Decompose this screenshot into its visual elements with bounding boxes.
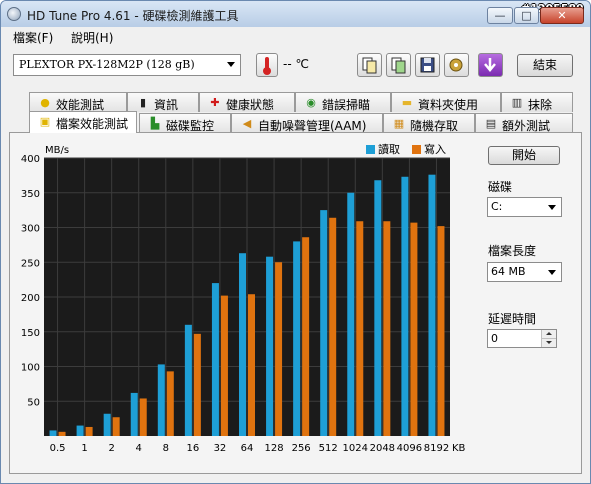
chevron-down-icon — [548, 270, 556, 275]
chart-x-unit-label: KB — [452, 443, 466, 454]
y-tick-label: 250 — [21, 258, 40, 269]
delay-label: 延遲時間 — [488, 312, 537, 326]
bar-write — [166, 371, 174, 436]
bar-read — [76, 425, 84, 436]
bar-read — [266, 256, 274, 436]
x-tick-label: 4096 — [397, 443, 422, 454]
x-tick-label: 4 — [136, 443, 142, 454]
bar-write — [112, 417, 120, 436]
bar-read — [428, 174, 436, 436]
drive-letter-value: C: — [491, 200, 503, 213]
delay-spinner[interactable]: 0 — [487, 329, 557, 348]
bar-write — [437, 226, 445, 436]
bar-read — [293, 241, 301, 436]
x-tick-label: 16 — [186, 443, 199, 454]
x-tick-label: 32 — [214, 443, 227, 454]
x-tick-label: 8192 — [424, 443, 449, 454]
bar-write — [275, 262, 283, 436]
legend-read-label: 讀取 — [378, 142, 400, 156]
bar-read — [103, 413, 111, 436]
bar-read — [130, 392, 138, 436]
x-tick-label: 2 — [108, 443, 114, 454]
file-length-select[interactable]: 64 MB — [487, 262, 562, 282]
legend-write-swatch — [412, 145, 421, 154]
x-tick-label: 8 — [163, 443, 169, 454]
bar-write — [220, 295, 228, 436]
bar-write — [410, 222, 418, 436]
bar-write — [58, 431, 66, 436]
x-tick-label: 512 — [319, 443, 338, 454]
x-tick-label: 2048 — [370, 443, 395, 454]
bar-read — [49, 430, 57, 436]
bar-read — [347, 192, 355, 436]
bar-write — [383, 221, 391, 436]
y-tick-label: 400 — [21, 154, 40, 165]
file-length-value: 64 MB — [491, 265, 526, 278]
drive-label: 磁碟 — [488, 180, 513, 194]
spin-up-icon[interactable] — [541, 330, 556, 339]
y-tick-label: 300 — [21, 224, 40, 235]
bar-write — [85, 426, 93, 436]
bar-write — [329, 217, 337, 436]
bar-read — [374, 180, 382, 436]
file-length-label: 檔案長度 — [488, 244, 537, 258]
app-window: HD Tune Pro 4.61 - 硬碟檢測維護工具 #1205589 — □… — [0, 0, 591, 484]
bar-write — [302, 237, 310, 436]
bar-read — [211, 283, 219, 436]
drive-letter-select[interactable]: C: — [487, 197, 562, 217]
spin-down-icon[interactable] — [541, 339, 556, 347]
start-button[interactable]: 開始 — [488, 146, 560, 165]
bar-read — [401, 176, 409, 436]
x-tick-label: 1024 — [343, 443, 368, 454]
bar-write — [356, 221, 364, 436]
chart-y-axis-label: MB/s — [45, 145, 69, 156]
x-tick-label: 256 — [292, 443, 311, 454]
bar-read — [157, 364, 165, 436]
chevron-down-icon — [548, 205, 556, 210]
bar-read — [184, 324, 192, 436]
y-tick-label: 200 — [21, 293, 40, 304]
bar-write — [193, 333, 201, 436]
x-tick-label: 128 — [265, 443, 284, 454]
bar-read — [239, 253, 246, 436]
x-tick-label: 1 — [81, 443, 87, 454]
legend-read-swatch — [366, 145, 375, 154]
x-tick-label: 64 — [241, 443, 254, 454]
y-tick-label: 350 — [21, 189, 40, 200]
legend-write-label: 寫入 — [424, 142, 446, 156]
delay-value: 0 — [491, 332, 498, 345]
bar-write — [248, 294, 255, 436]
y-tick-label: 100 — [21, 363, 40, 374]
bar-write — [139, 398, 147, 436]
x-tick-label: 0.5 — [50, 443, 66, 454]
y-tick-label: 150 — [21, 328, 40, 339]
bar-read — [320, 210, 328, 436]
y-tick-label: 50 — [27, 397, 40, 408]
